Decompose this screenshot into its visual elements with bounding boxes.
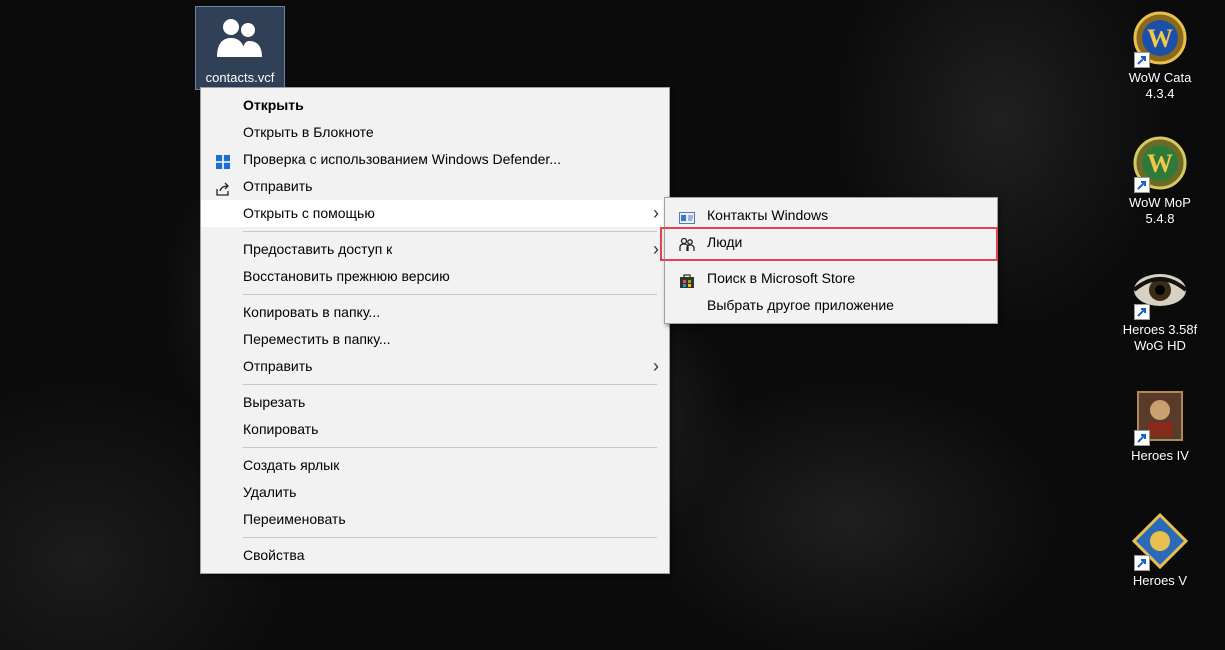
context-menu: Открыть Открыть в Блокноте Проверка с ис…	[200, 87, 670, 574]
menu-item-defender[interactable]: Проверка с использованием Windows Defend…	[201, 146, 669, 173]
menu-item-delete[interactable]: Удалить	[201, 479, 669, 506]
submenu-item-label: Люди	[707, 234, 743, 250]
menu-item-cut[interactable]: Вырезать	[201, 389, 669, 416]
menu-item-open-notepad[interactable]: Открыть в Блокноте	[201, 119, 669, 146]
menu-separator	[243, 294, 657, 295]
windows-contacts-icon	[679, 208, 695, 224]
svg-text:W: W	[1147, 24, 1173, 53]
shortcut-arrow-icon	[1134, 304, 1150, 320]
shortcut-arrow-icon	[1134, 177, 1150, 193]
submenu-item-windows-contacts[interactable]: Контакты Windows	[665, 202, 997, 229]
desktop-icon-label: Heroes 3.58f	[1122, 322, 1198, 337]
store-bag-icon	[679, 271, 695, 288]
menu-item-give-access[interactable]: Предоставить доступ к ›	[201, 236, 669, 263]
eye-icon	[1132, 262, 1188, 320]
svg-text:W: W	[1147, 149, 1173, 178]
submenu-item-store-search[interactable]: Поиск в Microsoft Store	[665, 265, 997, 292]
heroes5-icon	[1131, 512, 1189, 571]
submenu-item-choose-other[interactable]: Выбрать другое приложение	[665, 292, 997, 319]
desktop-icon-label: Heroes V	[1132, 573, 1188, 588]
menu-item-label: Предоставить доступ к	[243, 241, 393, 257]
menu-item-label: Отправить	[243, 358, 313, 374]
menu-separator	[243, 384, 657, 385]
menu-item-label: Открыть с помощью	[243, 205, 375, 221]
share-icon	[215, 179, 231, 196]
menu-item-restore[interactable]: Восстановить прежнюю версию	[201, 263, 669, 290]
desktop-icon-heroes5[interactable]: Heroes V	[1115, 512, 1205, 589]
contacts-icon	[212, 11, 268, 67]
desktop-icon-label: WoG HD	[1134, 338, 1186, 353]
desktop-icon-wow-cata[interactable]: W WoW Cata 4.3.4	[1115, 10, 1205, 102]
menu-item-label: Отправить	[243, 178, 313, 194]
desktop-icon-label: 5.4.8	[1145, 211, 1175, 226]
menu-item-move-to[interactable]: Переместить в папку...	[201, 326, 669, 353]
menu-separator	[243, 537, 657, 538]
menu-item-properties[interactable]: Свойства	[201, 542, 669, 569]
shortcut-arrow-icon	[1134, 555, 1150, 571]
open-with-submenu: Контакты Windows Люди Поиск в Microsoft …	[664, 197, 998, 324]
shortcut-arrow-icon	[1134, 430, 1150, 446]
shortcut-arrow-icon	[1134, 52, 1150, 68]
contacts-file-icon[interactable]: contacts.vcf	[195, 6, 285, 90]
desktop-icon-label: WoW MoP	[1129, 195, 1191, 210]
submenu-item-people[interactable]: Люди	[665, 229, 997, 256]
desktop-icon-heroes4[interactable]: Heroes IV	[1115, 388, 1205, 464]
menu-item-label: Проверка с использованием Windows Defend…	[243, 151, 561, 167]
menu-separator	[243, 447, 657, 448]
chevron-right-icon: ›	[653, 203, 659, 223]
desktop-icon-label: WoW Cata	[1128, 70, 1192, 85]
menu-item-copy-to[interactable]: Копировать в папку...	[201, 299, 669, 326]
menu-item-open[interactable]: Открыть	[201, 92, 669, 119]
wow-icon: W	[1132, 10, 1188, 68]
menu-item-rename[interactable]: Переименовать	[201, 506, 669, 533]
desktop-icon-label: Heroes IV	[1131, 448, 1189, 463]
heroes4-icon	[1132, 388, 1188, 446]
menu-item-create-shortcut[interactable]: Создать ярлык	[201, 452, 669, 479]
menu-separator	[707, 260, 985, 261]
chevron-right-icon: ›	[653, 356, 659, 376]
defender-shield-icon	[215, 152, 231, 169]
people-icon	[679, 235, 695, 251]
chevron-right-icon: ›	[653, 239, 659, 259]
menu-item-send-to[interactable]: Отправить ›	[201, 353, 669, 380]
menu-separator	[243, 231, 657, 232]
desktop-icon-label: 4.3.4	[1145, 86, 1175, 101]
file-label: contacts.vcf	[205, 70, 275, 85]
submenu-item-label: Контакты Windows	[707, 207, 829, 223]
menu-item-copy[interactable]: Копировать	[201, 416, 669, 443]
submenu-item-label: Поиск в Microsoft Store	[707, 270, 856, 286]
desktop-icon-wow-mop[interactable]: W WoW MoP 5.4.8	[1115, 135, 1205, 227]
wow-icon: W	[1132, 135, 1188, 193]
menu-item-open-with[interactable]: Открыть с помощью ›	[201, 200, 669, 227]
desktop-icon-heroes3[interactable]: Heroes 3.58f WoG HD	[1115, 262, 1205, 354]
menu-item-share[interactable]: Отправить	[201, 173, 669, 200]
